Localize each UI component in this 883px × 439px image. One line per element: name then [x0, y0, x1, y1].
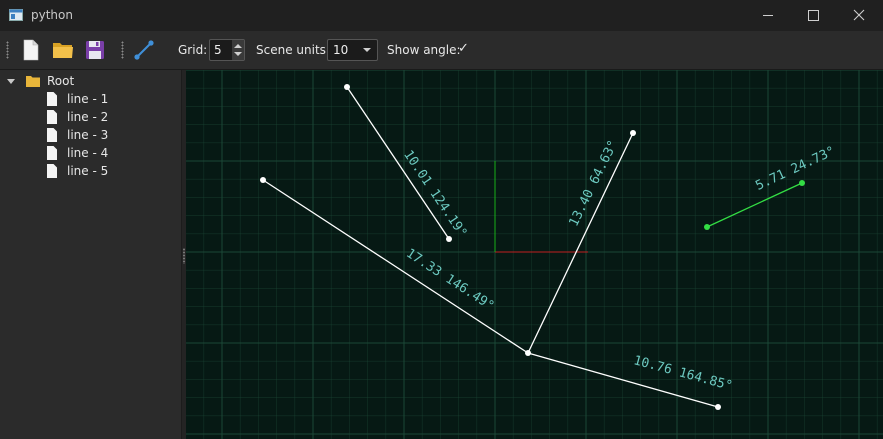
open-folder-icon[interactable] [52, 39, 74, 61]
toolbar-grip[interactable] [6, 41, 9, 59]
spin-up-down-icon [234, 44, 242, 56]
maximize-button[interactable] [791, 0, 837, 31]
tree-item-label: line - 2 [67, 110, 109, 124]
new-file-icon[interactable] [20, 39, 42, 61]
grid-spinbox[interactable]: 5 [209, 39, 245, 61]
tree-item-label: line - 5 [67, 164, 109, 178]
tree-root-node[interactable]: Root [6, 73, 176, 91]
endpoint-handle[interactable] [260, 177, 266, 183]
file-icon [47, 146, 57, 160]
toolbar: Grid: 5 Scene units: 10 Show angle: ✓ [0, 31, 883, 70]
grid-spin-arrows[interactable] [232, 40, 244, 60]
splitter-handle-icon[interactable] [183, 248, 185, 264]
file-icon [47, 92, 57, 106]
tree-root-label: Root [47, 74, 75, 88]
grid-value: 5 [214, 43, 222, 57]
window-title: python [31, 8, 73, 22]
show-angle-label: Show angle: [387, 43, 461, 57]
show-angle-checkbox[interactable]: ✓ [458, 41, 469, 56]
title-bar: python [0, 0, 883, 31]
tree-item-label: line - 1 [67, 92, 109, 106]
close-icon [853, 9, 865, 21]
chevron-down-icon [363, 48, 371, 52]
app-window: python Grid: 5 Scene units: 10 Show angl… [0, 0, 883, 439]
endpoint-handle[interactable] [715, 404, 721, 410]
file-icon [47, 164, 57, 178]
file-icon [47, 110, 57, 124]
tree-item-label: line - 4 [67, 146, 109, 160]
toolbar-grip-2[interactable] [121, 41, 124, 59]
save-disk-icon[interactable] [84, 39, 106, 61]
chevron-down-icon[interactable] [6, 77, 16, 87]
tree-item-label: line - 3 [67, 128, 109, 142]
endpoint-handle[interactable] [446, 236, 452, 242]
endpoint-handle[interactable] [344, 84, 350, 90]
canvas-background [186, 70, 883, 439]
close-button[interactable] [837, 0, 883, 31]
grid-label: Grid: [178, 43, 208, 57]
scene-units-select[interactable]: 10 [327, 39, 378, 61]
endpoint-handle[interactable] [704, 224, 710, 230]
scene-canvas[interactable]: 10.01 124.19° 13.40 64.63° 5.71 24.73° 1… [186, 70, 883, 439]
maximize-icon [808, 10, 819, 21]
minimize-button[interactable] [745, 0, 791, 31]
app-icon [9, 9, 23, 21]
scene-units-label: Scene units: [256, 43, 330, 57]
endpoint-handle[interactable] [799, 180, 805, 186]
draw-line-icon[interactable] [133, 39, 155, 61]
endpoint-handle[interactable] [630, 130, 636, 136]
scene-units-value: 10 [333, 43, 349, 57]
scene-tree: Root line - 1 line - 2 line - 3 line - 4… [0, 70, 182, 439]
file-icon [47, 128, 57, 142]
folder-icon [26, 76, 40, 87]
minimize-icon [763, 15, 773, 16]
